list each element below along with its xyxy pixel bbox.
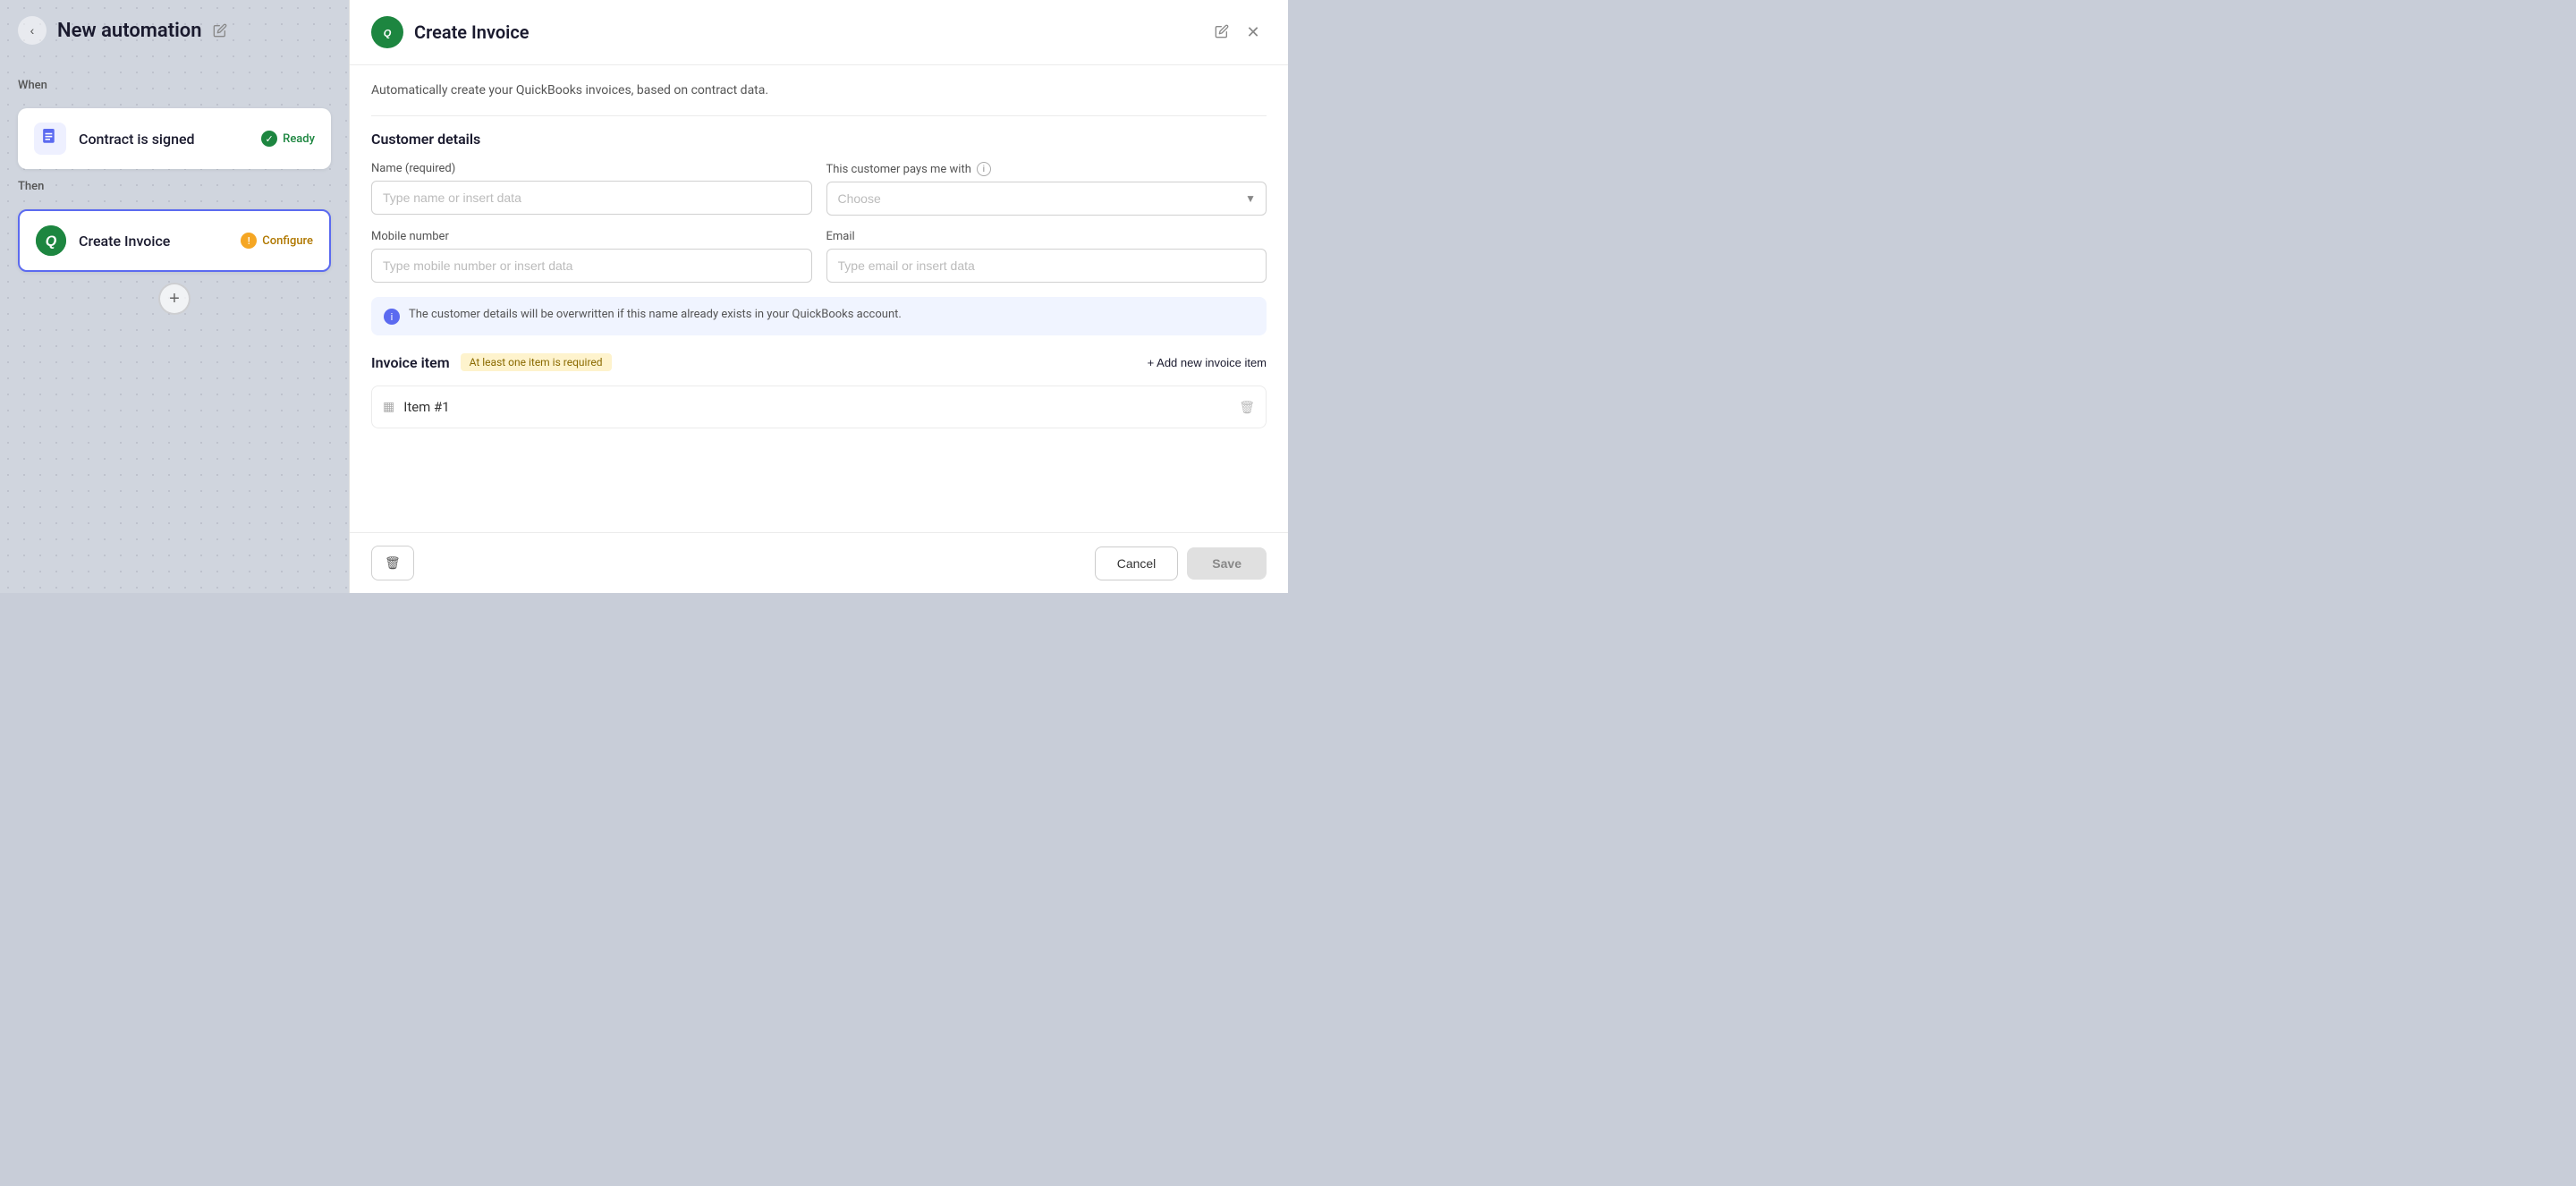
action-card[interactable]: Q Create Invoice ! Configure (18, 209, 331, 272)
qb-logo-icon: Q (371, 16, 403, 48)
calendar-icon: ▦ (383, 400, 394, 414)
right-panel-title: Create Invoice (414, 21, 1204, 43)
mobile-field-group: Mobile number (371, 230, 812, 283)
pencil-icon (1215, 24, 1229, 38)
edit-action-button[interactable] (1215, 24, 1229, 41)
back-icon: ‹ (30, 23, 35, 38)
cancel-button[interactable]: Cancel (1095, 546, 1179, 580)
add-invoice-item-button[interactable]: + Add new invoice item (1148, 356, 1267, 369)
close-icon: ✕ (1246, 23, 1259, 42)
footer-delete-button[interactable]: 🗑 (371, 546, 414, 580)
svg-text:Q: Q (46, 233, 57, 250)
trigger-title: Contract is signed (79, 131, 249, 148)
right-footer: 🗑 Cancel Save (350, 532, 1288, 593)
configure-dot: ! (241, 233, 257, 249)
pencil-icon (213, 23, 227, 38)
pays-with-label: This customer pays me with i (826, 162, 1267, 176)
pays-with-field-group: This customer pays me with i Choose ▼ (826, 162, 1267, 216)
add-step-button[interactable]: + (158, 283, 191, 315)
close-button[interactable]: ✕ (1240, 19, 1267, 46)
then-label: Then (18, 180, 331, 193)
invoice-section-title: Invoice item (371, 354, 450, 371)
name-label: Name (required) (371, 162, 812, 175)
automation-flow: When Contract is signed ✓ Ready Then (0, 61, 349, 593)
pays-with-select[interactable]: Choose (826, 182, 1267, 216)
name-field-group: Name (required) (371, 162, 812, 216)
pays-with-info-icon: i (977, 162, 991, 176)
email-field-group: Email (826, 230, 1267, 283)
overwrite-info-banner: i The customer details will be overwritt… (371, 297, 1267, 335)
info-banner-text: The customer details will be overwritten… (409, 308, 902, 321)
trash-icon: 🗑 (385, 555, 401, 571)
email-label: Email (826, 230, 1267, 243)
divider-1 (371, 115, 1267, 116)
save-button[interactable]: Save (1187, 547, 1267, 580)
required-badge: At least one item is required (461, 353, 612, 371)
email-input[interactable] (826, 249, 1267, 283)
customer-details-form: Name (required) This customer pays me wi… (371, 162, 1267, 283)
description-text: Automatically create your QuickBooks inv… (371, 83, 1267, 97)
edit-title-button[interactable] (213, 23, 227, 38)
delete-item-button[interactable]: 🗑 (1239, 400, 1255, 415)
pays-with-select-wrapper: Choose ▼ (826, 182, 1267, 216)
right-header: Q Create Invoice ✕ (350, 0, 1288, 65)
info-icon: i (384, 309, 400, 325)
trigger-card[interactable]: Contract is signed ✓ Ready (18, 108, 331, 169)
ready-dot: ✓ (261, 131, 277, 147)
left-panel: ‹ New automation When Contract is signed (0, 0, 349, 593)
when-label: When (18, 79, 331, 92)
left-header: ‹ New automation (0, 0, 349, 61)
action-icon: Q (36, 225, 66, 256)
name-input[interactable] (371, 181, 812, 215)
invoice-item-row: ▦ Item #1 🗑 (371, 385, 1267, 428)
action-status: ! Configure (241, 233, 313, 249)
mobile-input[interactable] (371, 249, 812, 283)
invoice-section-header: Invoice item At least one item is requir… (371, 353, 1267, 371)
trigger-icon (34, 123, 66, 155)
customer-section-title: Customer details (371, 131, 1267, 148)
right-body: Automatically create your QuickBooks inv… (350, 65, 1288, 532)
trigger-status: ✓ Ready (261, 131, 315, 147)
item-label: Item #1 (403, 399, 1230, 415)
svg-text:Q: Q (384, 28, 392, 38)
mobile-label: Mobile number (371, 230, 812, 243)
right-panel: Q Create Invoice ✕ Automatically create … (349, 0, 1288, 593)
back-button[interactable]: ‹ (18, 16, 47, 45)
page-title: New automation (57, 20, 202, 42)
action-title: Create Invoice (79, 233, 228, 250)
